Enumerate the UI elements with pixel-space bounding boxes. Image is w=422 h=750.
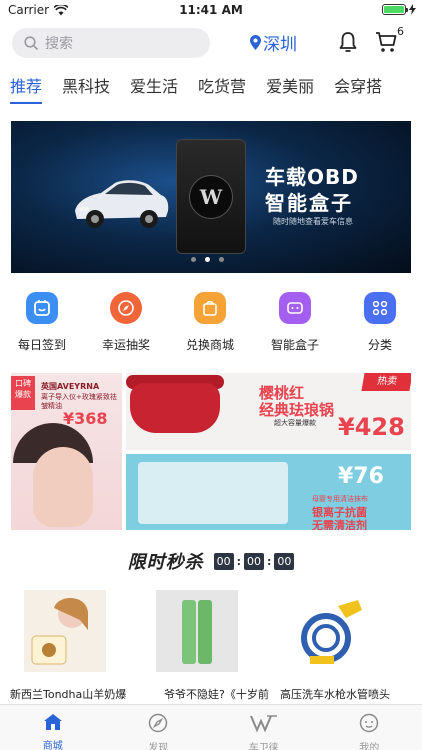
product-image [156, 590, 238, 672]
product-name: 新西兰Tondha山羊奶爆 [10, 688, 127, 701]
search-placeholder: 搜索 [45, 36, 73, 52]
search-input[interactable]: 搜索 [12, 28, 210, 58]
bottom-tab-bar: 商城 发现 车卫徕 我的 [0, 704, 422, 750]
quick-action-label: 智能盒子 [270, 338, 319, 352]
bell-icon[interactable] [339, 31, 357, 53]
flash-sale-products: 新西兰Tondha山羊奶爆 爷爷不隐娃?《十岁前 高压洗车水枪水管喷头 [0, 590, 422, 701]
product-card[interactable]: 新西兰Tondha山羊奶爆 [10, 590, 136, 701]
product-name: 爷爷不隐娃?《十岁前 [164, 688, 269, 701]
carousel-dots [191, 257, 224, 262]
location-label: 深圳 [263, 35, 297, 55]
charging-icon [409, 4, 416, 15]
smart-box-icon [279, 292, 311, 324]
tabbar-label: 车卫徕 [248, 743, 279, 750]
car-image [75, 180, 169, 228]
search-icon [24, 35, 39, 50]
compass-icon [110, 292, 142, 324]
shopping-bag-icon [194, 292, 226, 324]
quick-action-label: 兑换商城 [185, 338, 234, 352]
timer-separator: : [267, 554, 272, 568]
promo-tag: 口碑爆款 [11, 376, 35, 410]
tabbar-item-discover[interactable]: 发现 [106, 705, 212, 750]
product-card[interactable]: 高压洗车水枪水管喷头 [280, 590, 402, 701]
compass-icon [149, 713, 168, 733]
tab-fashion[interactable]: 会穿搭 [324, 76, 392, 106]
banner-subtitle: 智能盒子 [265, 191, 353, 215]
hero-banner[interactable]: W 车载OBD 智能盒子 随时随地查看爱车信息 [11, 121, 411, 273]
promo-brand: 英国AVEYRNA [41, 382, 100, 391]
product-card[interactable]: 爷爷不隐娃?《十岁前 [156, 590, 269, 701]
tab-black-tech[interactable]: 黑科技 [52, 76, 120, 106]
timer-hours: 00 [213, 552, 234, 570]
tabbar-item-mall[interactable]: 商城 [0, 705, 106, 750]
tabbar-item-profile[interactable]: 我的 [317, 705, 422, 750]
carousel-dot-active[interactable] [205, 257, 210, 262]
category-tabs: 推荐 黑科技 爱生活 吃货营 爱美丽 会穿搭 [0, 76, 422, 106]
carousel-dot[interactable] [219, 257, 224, 262]
product-image [24, 590, 106, 672]
status-time: 11:41 AM [179, 3, 243, 17]
battery-icon [382, 4, 408, 15]
category-grid-icon [364, 292, 396, 324]
promo-price: ¥428 [338, 413, 405, 441]
product-image [138, 462, 288, 524]
flash-sale-header: 限时秒杀 00 : 00 : 00 [0, 550, 422, 573]
location-selector[interactable]: 深圳 [250, 30, 297, 55]
quick-action-lucky-draw[interactable]: 幸运抽奖 [86, 292, 166, 353]
flash-sale-title: 限时秒杀 [127, 552, 204, 573]
tabbar-item-brand[interactable]: 车卫徕 [211, 705, 317, 750]
promo-note: 超大容量爆款 [274, 419, 316, 427]
promo-card-enamel-pot[interactable]: 热卖 樱桃红 经典珐琅锅 超大容量爆款 ¥428 [126, 373, 411, 450]
product-image [290, 590, 372, 672]
countdown-timer: 00 : 00 : 00 [213, 552, 295, 570]
promo-card-baby-cloth[interactable]: ¥76 母婴专用清洁抹布 银离子抗菌 无需清洁剂 [126, 454, 411, 530]
quick-action-label: 幸运抽奖 [101, 338, 150, 352]
profile-icon [360, 713, 379, 733]
quick-action-smart-box[interactable]: 智能盒子 [255, 292, 335, 353]
tabbar-label: 商城 [42, 741, 63, 750]
banner-caption: 随时随地查看爱车信息 [273, 217, 353, 226]
promo-price: ¥368 [63, 409, 108, 428]
tab-love-life[interactable]: 爱生活 [120, 76, 188, 106]
quick-action-label: 分类 [367, 338, 392, 352]
cart-badge: 6 [397, 25, 404, 38]
product-name: 高压洗车水枪水管喷头 [280, 688, 390, 701]
tab-foodie[interactable]: 吃货营 [188, 76, 256, 106]
quick-action-exchange-mall[interactable]: 兑换商城 [170, 292, 250, 353]
promo-card-beauty-device[interactable]: 口碑爆款 英国AVEYRNA 离子导入仪+玫瑰紧致祛皱精油 ¥368 [11, 373, 122, 530]
status-right [382, 4, 416, 15]
home-icon [43, 714, 62, 730]
tab-recommend[interactable]: 推荐 [0, 76, 52, 106]
tabbar-label: 我的 [359, 743, 380, 750]
hot-badge: 热卖 [361, 373, 411, 391]
promo-subtitle: 经典珐琅锅 [259, 401, 335, 419]
carousel-dot[interactable] [191, 257, 196, 262]
tab-beauty[interactable]: 爱美丽 [256, 76, 324, 106]
calendar-check-icon [26, 292, 58, 324]
quick-actions: 每日签到 幸运抽奖 兑换商城 智能盒子 分类 [0, 292, 422, 352]
status-bar: Carrier 11:41 AM [0, 0, 422, 22]
timer-separator: : [236, 554, 241, 568]
obd-device-image: W [176, 139, 246, 254]
model-face-image [33, 447, 93, 527]
brand-w-icon [249, 715, 277, 733]
promo-note: 无需清洁剂 [312, 519, 367, 530]
banner-title: 车载OBD [265, 165, 359, 189]
location-pin-icon [250, 35, 261, 50]
header-bar: 搜索 深圳 6 [12, 25, 412, 58]
timer-minutes: 00 [244, 552, 264, 570]
pot-body-image [130, 383, 220, 433]
quick-action-category[interactable]: 分类 [340, 292, 420, 353]
quick-action-label: 每日签到 [17, 338, 66, 352]
quick-action-daily-checkin[interactable]: 每日签到 [2, 292, 82, 353]
tabbar-label: 发现 [148, 743, 169, 750]
cart-icon[interactable] [375, 30, 397, 54]
promo-title: 母婴专用清洁抹布 [312, 495, 368, 503]
promo-price: ¥76 [338, 464, 384, 489]
brand-logo: W [189, 174, 233, 219]
timer-seconds: 00 [274, 552, 295, 570]
